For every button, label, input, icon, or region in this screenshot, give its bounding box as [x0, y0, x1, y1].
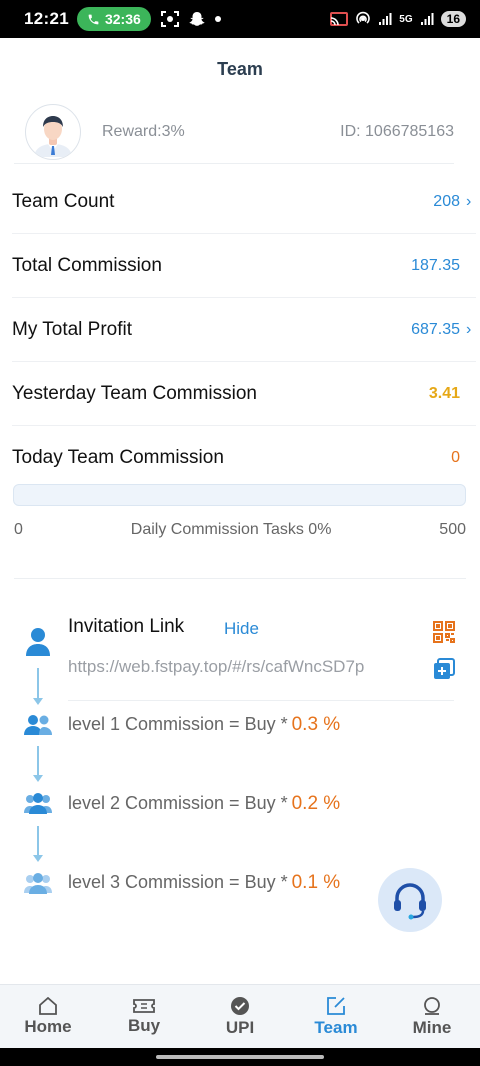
level-rate: 0.2 % [291, 793, 341, 814]
tree-connector [37, 826, 39, 856]
level-rate: 0.1 % [291, 872, 341, 893]
level-3-commission: level 3 Commission = Buy * 0.1 % [68, 872, 340, 894]
stat-value: 187.35 [411, 256, 460, 274]
customer-support-button[interactable] [378, 868, 442, 932]
stat-row-team-count[interactable]: Team Count 208 › [12, 170, 476, 234]
level-2-commission: level 2 Commission = Buy * 0.2 % [68, 793, 340, 815]
check-circle-icon [231, 996, 249, 1015]
stat-label: My Total Profit [12, 318, 133, 340]
call-indicator[interactable]: 32:36 [76, 7, 151, 31]
arrow-down-icon [33, 855, 43, 862]
stat-label: Today Team Commission [12, 447, 224, 468]
ticket-icon [133, 998, 155, 1013]
call-duration: 32:36 [104, 11, 141, 27]
level-2-users-icon [24, 790, 52, 818]
nav-label: UPI [225, 1017, 255, 1037]
edit-icon [327, 996, 345, 1015]
nav-upi[interactable]: UPI [192, 985, 288, 1048]
battery-indicator: 16 [440, 11, 466, 27]
progress-labels: 0 Daily Commission Tasks 0% 500 [14, 519, 466, 541]
profile-row: Reward:3% ID: 1066785163 [14, 100, 454, 164]
stat-value: 3.41 [428, 384, 460, 402]
home-indicator[interactable] [156, 1055, 324, 1059]
tree-connector [37, 668, 39, 700]
level-text: level 3 Commission = Buy * [68, 872, 288, 892]
stat-label: Yesterday Team Commission [12, 382, 257, 404]
nav-buy[interactable]: Buy [96, 985, 192, 1048]
level-text: level 1 Commission = Buy * [68, 714, 288, 734]
invitation-link[interactable]: https://web.fstpay.top/#/rs/cafWncSD7p [68, 657, 423, 677]
level-1-commission: level 1 Commission = Buy * 0.3 % [68, 714, 340, 736]
nav-team[interactable]: Team [288, 985, 384, 1048]
nav-label: Home [24, 1016, 72, 1036]
nav-label: Buy [127, 1015, 161, 1035]
home-icon [39, 996, 57, 1015]
level-3-users-icon [24, 870, 52, 898]
chevron-right-icon: › [466, 192, 472, 210]
hide-link-button[interactable]: Hide [224, 619, 259, 639]
signal-icon-2 [420, 13, 434, 25]
bottom-nav: Home Buy UPI Team Mine [0, 984, 480, 1048]
user-icon [24, 628, 52, 656]
stat-row-my-total-profit[interactable]: My Total Profit 687.35 › [12, 298, 476, 362]
nav-label: Mine [412, 1017, 452, 1037]
level-1-users-icon [24, 711, 52, 739]
status-bar: 12:21 32:36 5G 16 [0, 0, 480, 38]
stat-row-total-commission: Total Commission 187.35 [12, 234, 476, 298]
chevron-right-icon: › [466, 320, 472, 338]
hotspot-icon [356, 11, 371, 24]
invitation-separator [68, 700, 454, 701]
arrow-down-icon [33, 775, 43, 782]
snapchat-icon [189, 11, 205, 27]
stat-value: 687.35 [411, 320, 460, 338]
nav-label: Team [314, 1017, 358, 1037]
phone-icon [88, 14, 99, 24]
qr-code-icon[interactable] [432, 620, 456, 649]
tree-connector [37, 746, 39, 776]
stat-value: 0 [451, 449, 460, 466]
copy-icon[interactable] [432, 657, 456, 686]
network-type: 5G [399, 13, 413, 25]
level-rate: 0.3 % [291, 714, 341, 735]
screen-capture-icon [160, 11, 179, 27]
dot-icon [214, 16, 221, 22]
page-title: Team [217, 58, 263, 79]
nav-home[interactable]: Home [0, 985, 96, 1048]
reward-rate: Reward:3% [102, 122, 185, 140]
avatar [25, 103, 81, 160]
stat-label: Total Commission [12, 254, 162, 276]
signal-icon [379, 13, 392, 25]
cast-icon [330, 12, 349, 26]
section-divider [14, 578, 466, 579]
progress-max: 500 [439, 521, 466, 538]
arrow-down-icon [33, 698, 43, 705]
progress-label: Daily Commission Tasks 0% [130, 521, 332, 538]
invitation-title: Invitation Link [68, 616, 185, 637]
user-id: ID: 1066785163 [340, 122, 454, 140]
stat-row-today-commission: Today Team Commission 0 [12, 426, 476, 490]
progress-min: 0 [14, 521, 23, 538]
stat-label: Team Count [12, 190, 115, 212]
page-header: Team [0, 38, 480, 100]
nav-mine[interactable]: Mine [384, 985, 480, 1048]
status-time: 12:21 [24, 9, 69, 28]
level-text: level 2 Commission = Buy * [68, 793, 288, 813]
stat-row-yesterday-commission: Yesterday Team Commission 3.41 [12, 362, 476, 426]
gesture-bar [0, 1048, 480, 1066]
stat-value: 208 [433, 192, 460, 210]
headset-icon [394, 883, 426, 920]
daily-tasks-progress [13, 484, 466, 506]
user-icon [424, 996, 440, 1015]
